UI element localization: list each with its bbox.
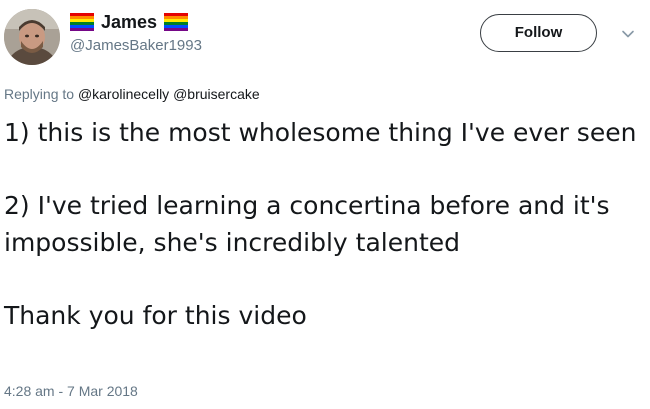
replying-to-line: Replying to @karolinecelly @bruisercake bbox=[4, 84, 260, 104]
tweet-text: 1) this is the most wholesome thing I've… bbox=[4, 114, 644, 334]
author-name-row: James bbox=[70, 10, 189, 34]
avatar[interactable] bbox=[4, 9, 60, 65]
tweet-timestamp[interactable]: 4:28 am - 7 Mar 2018 bbox=[4, 381, 138, 401]
tweet-paragraph: Thank you for this video bbox=[4, 301, 307, 330]
replying-to-label: Replying to bbox=[4, 86, 75, 102]
mention-link[interactable]: @karolinecelly bbox=[78, 86, 169, 102]
chevron-down-icon[interactable] bbox=[620, 26, 636, 42]
rainbow-flag-icon bbox=[70, 13, 94, 31]
mention-link[interactable]: @bruisercake bbox=[173, 86, 260, 102]
avatar-image bbox=[4, 9, 60, 65]
follow-button[interactable]: Follow bbox=[480, 14, 597, 52]
author-handle[interactable]: @JamesBaker1993 bbox=[70, 36, 202, 56]
tweet-paragraph: 2) I've tried learning a concertina befo… bbox=[4, 191, 610, 257]
rainbow-flag-icon bbox=[164, 13, 189, 31]
author-display-name[interactable]: James bbox=[101, 10, 157, 34]
tweet-paragraph: 1) this is the most wholesome thing I've… bbox=[4, 118, 637, 147]
